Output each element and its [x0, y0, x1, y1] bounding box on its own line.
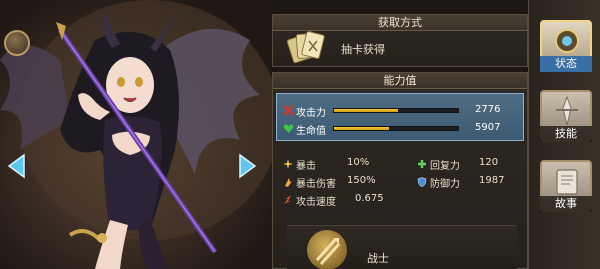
hp-bar-fill [334, 127, 389, 130]
stat-name: 暴击 [296, 161, 316, 172]
book-icon [556, 169, 578, 195]
abilities-panel: 能力值 攻击力 2776 生命值 5907 暴击 10% 回复力 120 暴击伤… [272, 72, 528, 269]
acquisition-method: 抽卡获得 [341, 43, 385, 56]
gear-icon[interactable] [4, 30, 30, 56]
hp-label: 生命值 [296, 126, 326, 137]
stat-name: 暴击伤害 [296, 179, 336, 190]
hp-row: 生命值 5907 [283, 122, 523, 137]
stat-name: 攻击速度 [296, 197, 336, 208]
character-illustration [0, 0, 272, 269]
stat-value: 150% [347, 175, 376, 186]
plus-icon [418, 160, 426, 168]
class-name: 战士 [367, 252, 389, 265]
stat-value: 0.675 [355, 193, 384, 204]
attack-value: 2776 [475, 104, 501, 115]
stat-name: 回复力 [430, 161, 460, 172]
stat-recovery: 回复力 120 [417, 157, 527, 172]
tab-skills-label: 技能 [540, 126, 592, 142]
abilities-header: 能力值 [273, 73, 527, 89]
attack-label: 攻击力 [296, 108, 326, 119]
sword-cross-icon [283, 105, 294, 116]
hp-bar [333, 126, 459, 131]
class-card: 战士 [287, 225, 517, 269]
stat-name: 防御力 [430, 179, 460, 190]
skill-blade-icon [556, 96, 578, 126]
card-stack-icon [287, 31, 325, 64]
chevron-right-icon [239, 153, 257, 179]
crit-damage-icon [285, 178, 292, 187]
stat-value: 120 [479, 157, 499, 168]
stat-crit: 暴击 10% [283, 157, 403, 172]
next-character-arrow[interactable] [236, 153, 258, 179]
stat-value: 1987 [479, 175, 505, 186]
attack-row: 攻击力 2776 [283, 104, 523, 119]
stat-defense: 防御力 1987 [417, 175, 527, 190]
hp-value: 5907 [475, 122, 501, 133]
warrior-class-icon [307, 230, 347, 269]
attack-bar-fill [334, 109, 399, 112]
heart-icon [283, 124, 294, 133]
tab-status[interactable]: 状态 [540, 20, 592, 72]
tab-story-label: 故事 [540, 196, 592, 212]
speed-icon [284, 195, 291, 204]
attack-bar [333, 108, 459, 113]
stat-value: 10% [347, 157, 370, 168]
shield-icon [417, 177, 427, 187]
tab-story[interactable]: 故事 [540, 160, 592, 212]
main-stats-block: 攻击力 2776 生命值 5907 [276, 93, 524, 141]
tab-skills[interactable]: 技能 [540, 90, 592, 142]
stat-attack-speed: 攻击速度 0.675 [283, 193, 403, 208]
tab-status-label: 状态 [540, 56, 592, 72]
crit-icon [283, 159, 293, 169]
chevron-left-icon [7, 153, 25, 179]
character-art [0, 0, 272, 269]
stat-crit-damage: 暴击伤害 150% [283, 175, 403, 190]
previous-character-arrow[interactable] [6, 153, 28, 179]
acquisition-panel: 获取方式 抽卡获得 [272, 14, 528, 67]
status-gear-icon [555, 29, 579, 53]
